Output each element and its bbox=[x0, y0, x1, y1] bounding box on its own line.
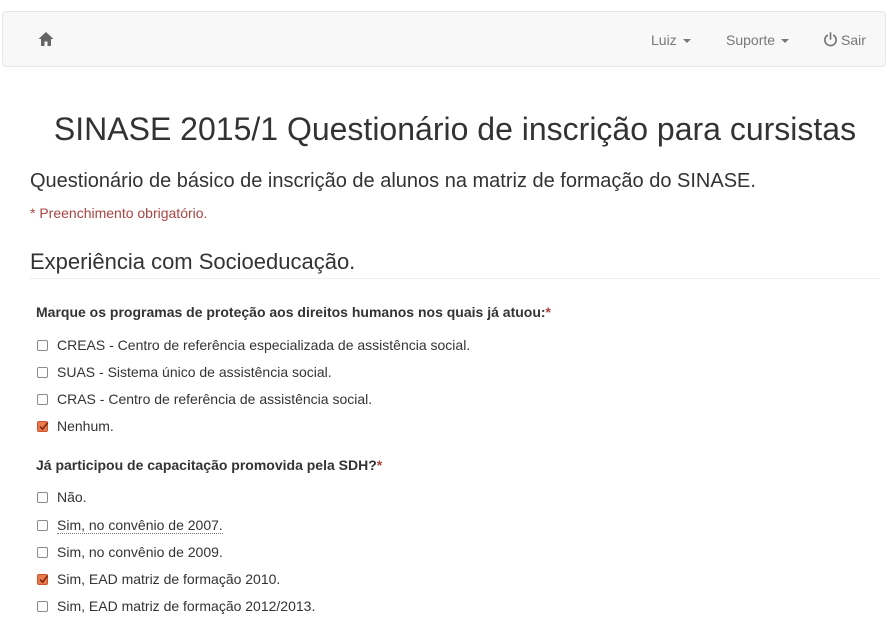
logout-label: Sair bbox=[841, 32, 866, 48]
logout-button[interactable]: Sair bbox=[823, 31, 866, 51]
option-nao[interactable]: Não. bbox=[37, 487, 87, 507]
option-label: Não. bbox=[57, 489, 87, 505]
option-label: Sim, EAD matriz de formação 2010. bbox=[57, 571, 281, 587]
checkbox-checked[interactable] bbox=[37, 574, 49, 585]
checkbox[interactable] bbox=[37, 601, 48, 612]
option-suas[interactable]: SUAS - Sistema único de assistência soci… bbox=[37, 362, 332, 382]
section-divider bbox=[30, 278, 880, 279]
option-2007[interactable]: Sim, no convênio de 2007. bbox=[37, 515, 223, 535]
option-ead-2010[interactable]: Sim, EAD matriz de formação 2010. bbox=[37, 569, 280, 589]
home-icon[interactable] bbox=[37, 30, 55, 48]
option-label: CREAS - Centro de referência especializa… bbox=[57, 337, 471, 353]
option-label: Sim, EAD matriz de formação 2012/2013. bbox=[57, 598, 316, 614]
option-label: SUAS - Sistema único de assistência soci… bbox=[57, 364, 332, 380]
option-cras[interactable]: CRAS - Centro de referência de assistênc… bbox=[37, 389, 372, 409]
checkbox[interactable] bbox=[37, 547, 48, 558]
question-text: Marque os programas de proteção aos dire… bbox=[36, 304, 546, 320]
option-label: CRAS - Centro de referência de assistênc… bbox=[57, 391, 373, 407]
option-creas[interactable]: CREAS - Centro de referência especializa… bbox=[37, 335, 470, 355]
page-title: SINASE 2015/1 Questionário de inscrição … bbox=[53, 111, 857, 147]
checkbox[interactable] bbox=[37, 520, 48, 531]
chevron-down-icon bbox=[781, 39, 790, 44]
checkbox[interactable] bbox=[37, 340, 48, 351]
checkmark-icon bbox=[39, 422, 49, 431]
option-label: Sim, no convênio de 2007. bbox=[57, 517, 223, 534]
checkmark-icon bbox=[39, 575, 49, 584]
option-label: Nenhum. bbox=[57, 418, 114, 434]
checkbox[interactable] bbox=[37, 367, 48, 378]
option-2009[interactable]: Sim, no convênio de 2009. bbox=[37, 542, 223, 562]
section-title: Experiência com Socioeducação. bbox=[30, 249, 356, 274]
option-ead-2012[interactable]: Sim, EAD matriz de formação 2012/2013. bbox=[37, 596, 315, 616]
checkbox[interactable] bbox=[37, 394, 48, 405]
question-sdh-label: Já participou de capacitação promovida p… bbox=[36, 455, 382, 475]
support-menu-label: Suporte bbox=[726, 32, 776, 48]
required-mark: * bbox=[376, 457, 383, 473]
support-menu[interactable]: Suporte bbox=[726, 31, 790, 49]
required-mark: * bbox=[545, 304, 551, 320]
checkbox-checked[interactable] bbox=[37, 421, 49, 432]
option-nenhum[interactable]: Nenhum. bbox=[37, 416, 114, 436]
page-subtitle: Questionário de básico de inscrição de a… bbox=[30, 170, 756, 192]
question-programs-label: Marque os programas de proteção aos dire… bbox=[36, 302, 551, 322]
required-note: * Preenchimento obrigatório. bbox=[30, 205, 208, 221]
chevron-down-icon bbox=[682, 39, 691, 44]
checkbox[interactable] bbox=[37, 492, 48, 503]
navbar: Luiz Suporte Sair bbox=[2, 11, 886, 67]
user-menu[interactable]: Luiz bbox=[651, 31, 691, 49]
question-text: Já participou de capacitação promovida p… bbox=[36, 457, 377, 473]
power-icon bbox=[823, 32, 838, 51]
user-menu-label: Luiz bbox=[651, 32, 677, 48]
option-label: Sim, no convênio de 2009. bbox=[57, 544, 223, 560]
